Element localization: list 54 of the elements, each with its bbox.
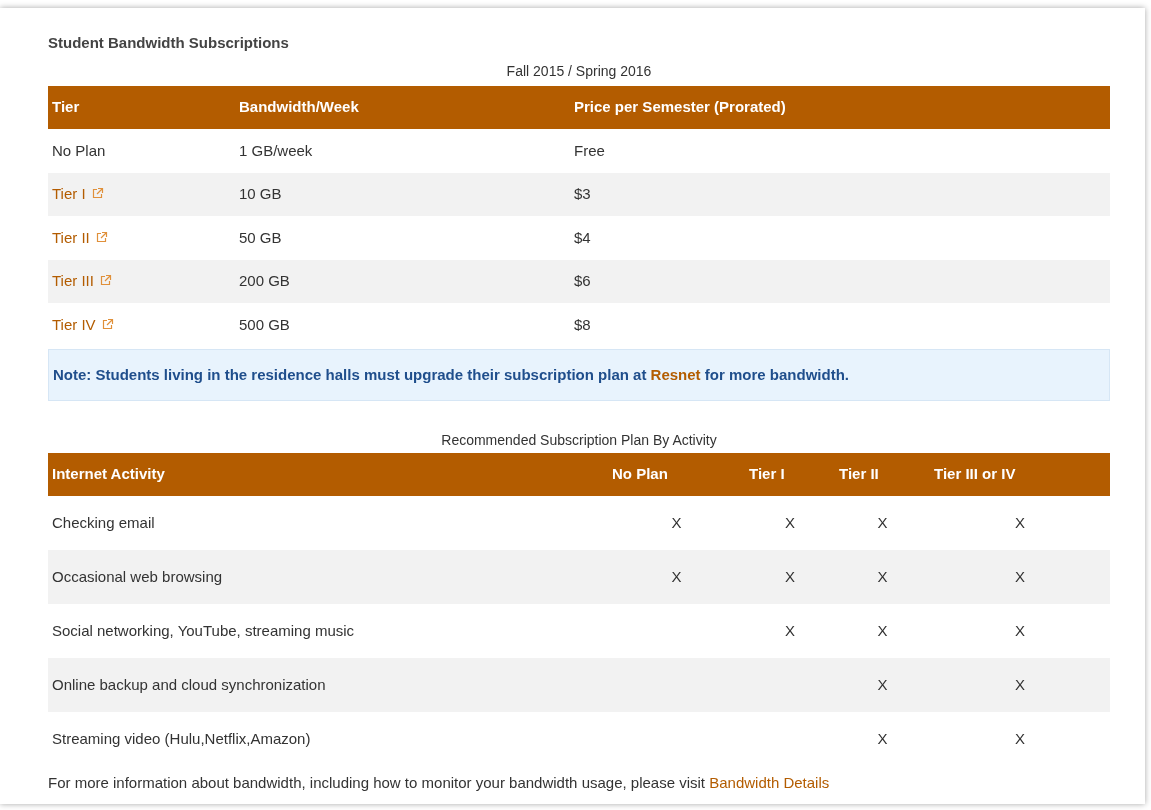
column-header: Tier II [835,453,930,496]
column-header: No Plan [608,453,745,496]
table-cell: X [835,712,930,766]
table-cell: X [930,604,1110,658]
table-cell: X [835,604,930,658]
table-cell: Social networking, YouTube, streaming music [48,604,608,658]
table-cell: X [745,604,835,658]
table-cell: $4 [570,216,1110,260]
table-cell: X [745,496,835,550]
column-header: Internet Activity [48,453,608,496]
table-cell: 1 GB/week [235,129,570,173]
column-header: Tier I [745,453,835,496]
bandwidth-details-link[interactable]: Bandwidth Details [709,774,830,791]
table-caption: Fall 2015 / Spring 2016 [505,62,653,80]
table-cell: X [608,550,745,604]
table-cell: Checking email [48,496,608,550]
note-text: Note: Students living in the residence halls must upgrade their subscription plan at Resnet for more bandwidth. [48,348,1110,401]
table-cell: $8 [570,303,1110,347]
table-cell: 50 GB [235,216,570,260]
table-cell: $3 [570,172,1110,216]
tier-link[interactable]: Tier II [52,228,90,246]
table-cell: 500 GB [235,303,570,347]
table-cell: X [608,496,745,550]
column-header: Bandwidth/Week [235,86,570,129]
table-cell: X [930,712,1110,766]
table-cell: X [835,496,930,550]
table-cell: X [930,496,1110,550]
table-cell: 200 GB [235,259,570,303]
table-cell: Online backup and cloud synchronization [48,658,608,712]
table-cell: Occasional web browsing [48,550,608,604]
table-cell: 10 GB [235,172,570,216]
tier-link[interactable]: Tier IV [52,315,96,333]
page-heading: Student Bandwidth Subscriptions [48,34,290,52]
table-cell: X [835,550,930,604]
table-cell: No Plan [48,129,235,173]
table-cell: Free [570,129,1110,173]
table-cell: X [835,658,930,712]
table-cell: X [745,550,835,604]
table-caption: Recommended Subscription Plan By Activity [440,431,718,449]
table-cell: X [930,550,1110,604]
column-header: Tier [48,86,235,129]
tier-link[interactable]: Tier I [52,185,86,202]
tier-link[interactable]: Tier III [52,272,94,289]
external-link-icon [94,230,108,244]
table-cell: $6 [570,259,1110,303]
table-cell: Streaming video (Hulu,Netflix,Amazon) [48,712,608,766]
external-link-icon [100,317,114,331]
column-header: Price per Semester (Prorated) [570,86,1110,129]
resnet-link[interactable]: Resnet [650,365,701,383]
external-link-icon [90,187,104,200]
external-link-icon [98,274,112,287]
table-cell: X [930,658,1110,712]
footer-text: For more information about bandwidth, including how to monitor your bandwidth usage, please visit Bandwidth Details [48,773,831,793]
column-header: Tier III or IV [930,453,1110,496]
